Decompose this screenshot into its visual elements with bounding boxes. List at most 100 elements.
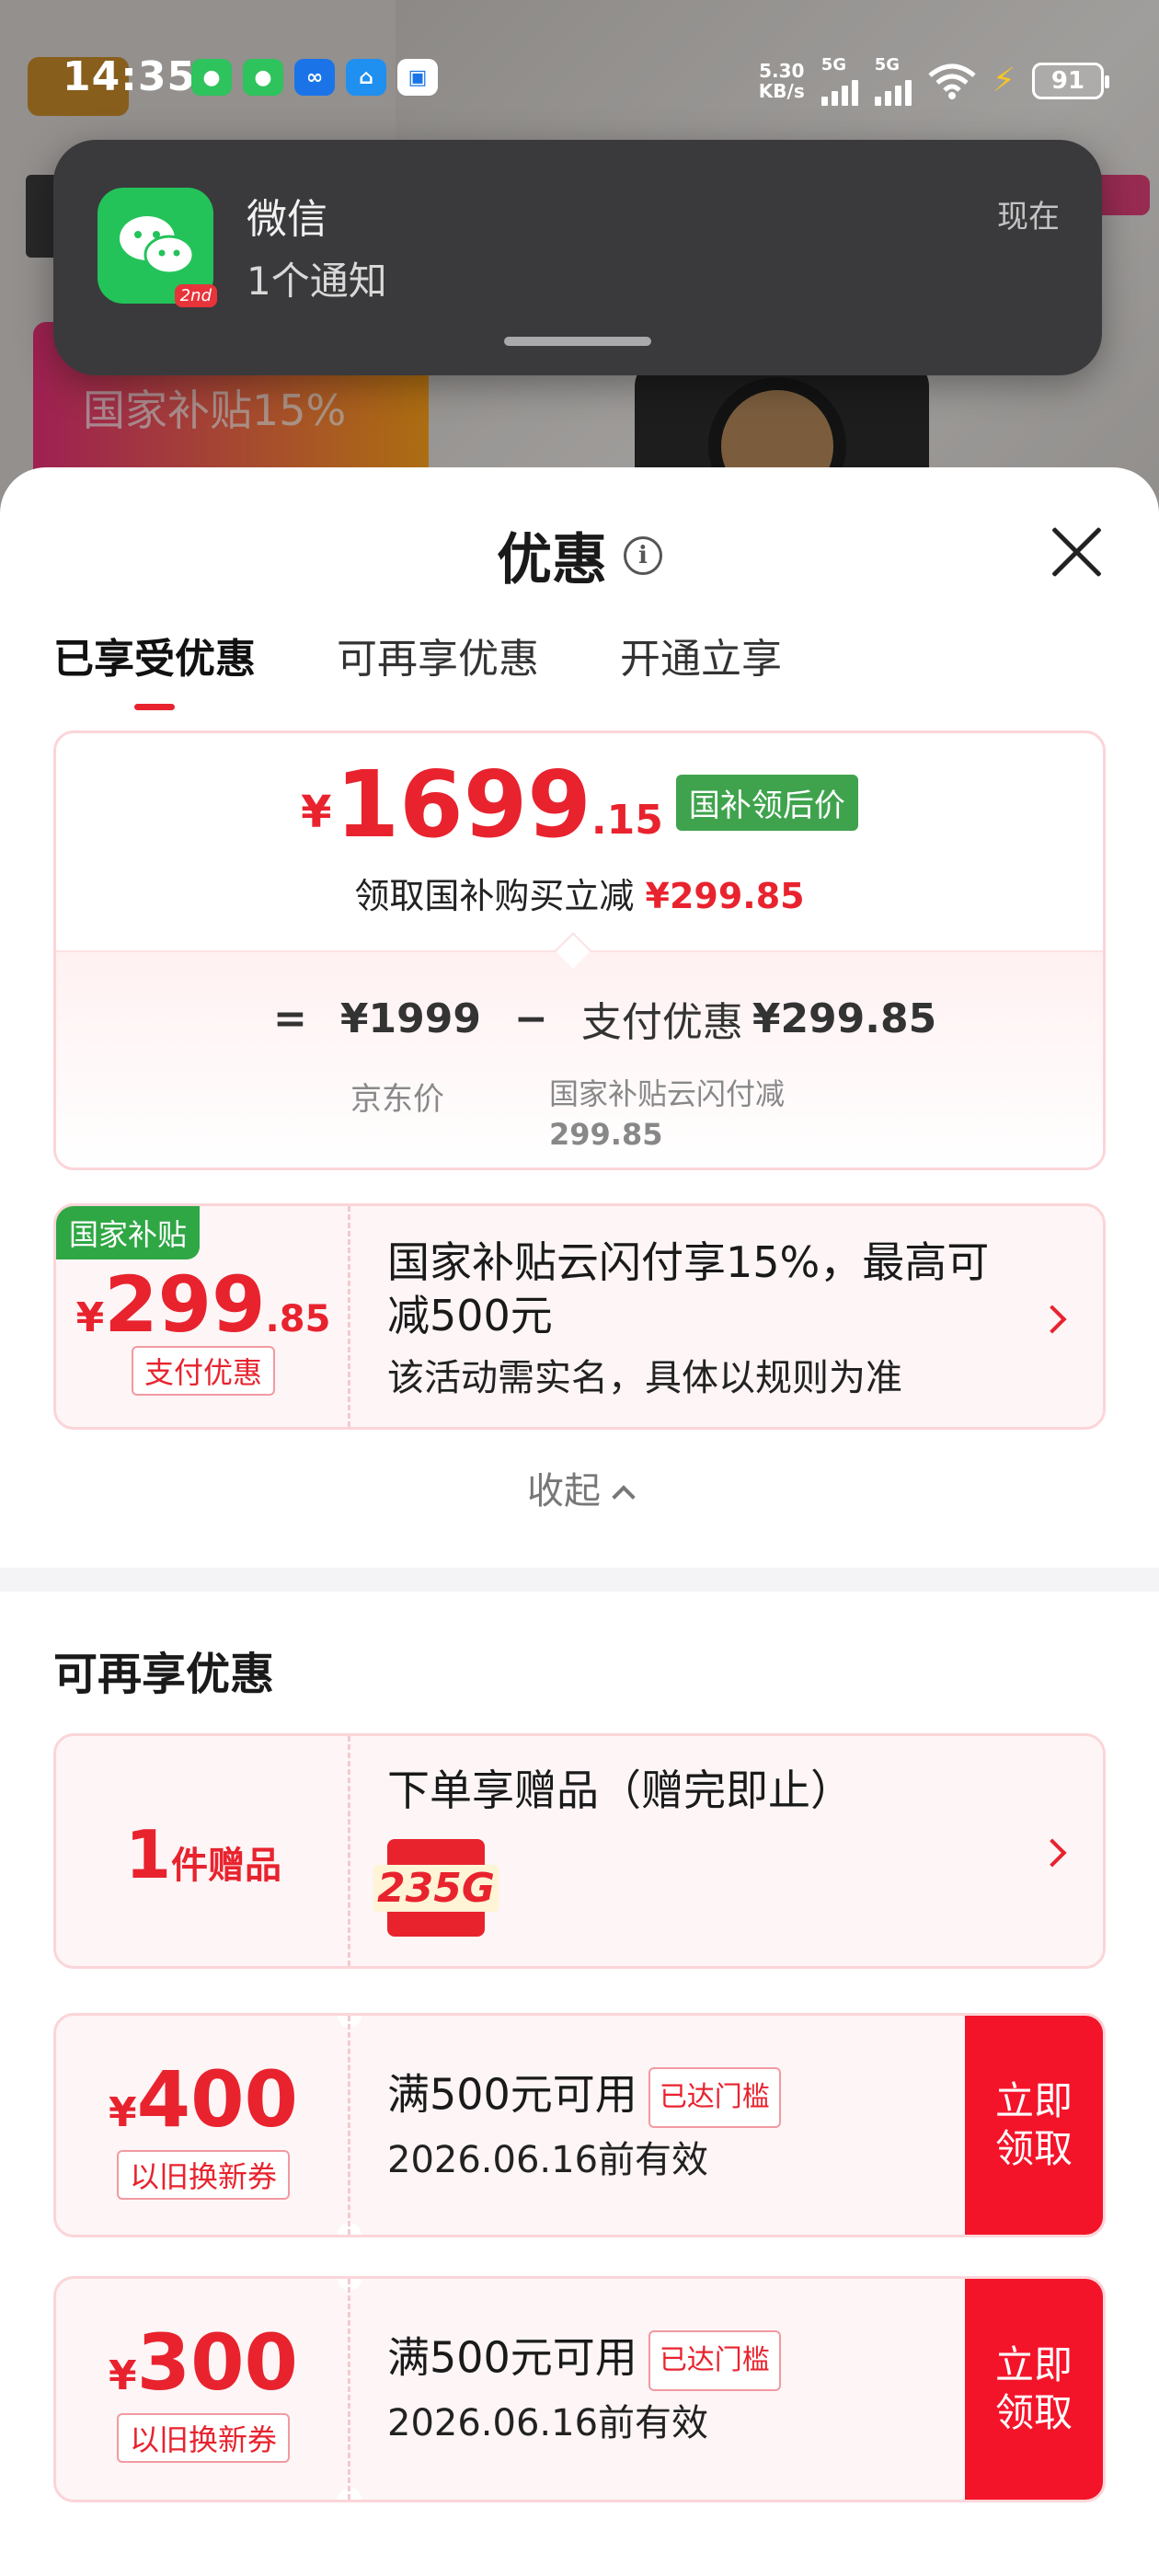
claim-button[interactable]: 立即 领取 [965, 2016, 1103, 2235]
chevron-right-icon[interactable] [1038, 1305, 1067, 1334]
amount-decimal: .85 [265, 1298, 331, 1340]
dual-app-badge: 2nd [174, 284, 217, 307]
pay-caption-line: 国家补贴云闪付减 [549, 1076, 786, 1111]
coupon-condition-text: 满500元可用 [387, 2332, 637, 2383]
trade-in-coupon-card: ¥400 以旧换新券 满500元可用 已达门槛 2026.06.16前有效 立即 … [53, 2013, 1106, 2237]
status-bar: 14:35 ● ● ∞ ⌂ ▣ 5.30 KB/s 5G 5G ⚡ 91 [0, 50, 1159, 106]
threshold-badge: 已达门槛 [648, 2330, 781, 2391]
jd-price-caption: 京东价 [350, 1081, 444, 1118]
notification-message: 1个通知 [247, 259, 387, 304]
pay-discount-caption: 国家补贴云闪付减 299.85 [549, 1074, 785, 1155]
currency-symbol: ¥ [75, 1294, 105, 1341]
gift-sim-card-image[interactable]: 235G [373, 1839, 499, 1937]
status-app-icons: ● ● ∞ ⌂ ▣ [191, 59, 438, 96]
coupon-title: 国家补贴云闪付享15%，最高可减500元 [387, 1237, 990, 1340]
home-app-icon: ⌂ [346, 59, 386, 96]
wechat-icon: ● [191, 59, 232, 96]
tab-more-available[interactable]: 可再享优惠 [337, 626, 539, 710]
claim-button-line: 领取 [994, 2390, 1073, 2435]
coupon-amount: ¥300 [56, 2321, 350, 2404]
currency-symbol: ¥ [109, 2089, 137, 2136]
gift-title: 下单享赠品（赠完即止） [387, 1765, 853, 1815]
price-subtitle: 领取国补购买立减 ¥299.85 [56, 868, 1103, 918]
pay-discount-value: ¥299.85 [752, 995, 937, 1042]
tab-enjoyed[interactable]: 已享受优惠 [53, 626, 256, 710]
gift-count-section: 1件赠品 [56, 1736, 350, 1966]
collapse-label: 收起 [527, 1470, 601, 1512]
tab-open-enjoy[interactable]: 开通立享 [620, 626, 782, 710]
close-icon[interactable] [1047, 523, 1106, 581]
battery-indicator: 91 [1032, 62, 1109, 99]
pay-caption-amount: 299.85 [549, 1117, 663, 1152]
gift-coupon-card[interactable]: 1件赠品 下单享赠品（赠完即止） 235G [53, 1733, 1106, 1969]
section-title: 可再享优惠 [53, 1649, 275, 1700]
amount-value: 300 [136, 2317, 298, 2408]
wifi-icon [928, 63, 976, 99]
chevron-right-icon[interactable] [1038, 1838, 1067, 1868]
coupon-amount-section: ¥400 以旧换新券 [56, 2016, 350, 2235]
sheet-title: 优惠 [497, 528, 607, 592]
price-subtitle-amount: ¥299.85 [645, 876, 805, 916]
signal-5g-2: 5G [874, 55, 912, 106]
network-speed-value: 5.30 [759, 59, 805, 82]
info-icon[interactable]: i [624, 535, 662, 575]
coupon-type-label: 以旧换新券 [116, 2150, 290, 2200]
subsidy-coupon-card[interactable]: 国家补贴 ¥299.85 支付优惠 国家补贴云闪付享15%，最高可减500元 该… [53, 1203, 1106, 1430]
final-price: ¥ 1699 .15 国补领后价 [56, 759, 1103, 851]
coupon-detail-section: 国家补贴云闪付享15%，最高可减500元 该活动需实名，具体以规则为准 [350, 1206, 1103, 1427]
network-type: 5G [820, 55, 847, 75]
signal-icon [820, 75, 858, 106]
wechat-icon: ● [243, 59, 283, 96]
equals-sign: = [273, 995, 307, 1042]
coupon-validity: 2026.06.16前有效 [387, 2402, 709, 2444]
coupon-type-label: 以旧换新券 [116, 2413, 290, 2463]
coupon-condition: 满500元可用 已达门槛 [387, 2330, 781, 2391]
gift-count-unit: 件赠品 [171, 1845, 282, 1887]
gift-detail-section: 下单享赠品（赠完即止） 235G [350, 1736, 1103, 1966]
price-integer: 1699 [335, 751, 591, 858]
message-app-icon: ▣ [397, 59, 438, 96]
jd-price: ¥1999 [339, 995, 481, 1042]
status-time: 14:35 [63, 53, 197, 100]
coupon-type-tag: 以旧换新券 [56, 2413, 350, 2463]
signal-5g-1: 5G [820, 55, 858, 106]
coupon-amount-section: 国家补贴 ¥299.85 支付优惠 [56, 1206, 350, 1427]
final-price-section: ¥ 1699 .15 国补领后价 领取国补购买立减 ¥299.85 [56, 733, 1103, 954]
currency-symbol: ¥ [109, 2352, 137, 2399]
discount-sheet: 优惠 i 已享受优惠 可再享优惠 开通立享 ¥ 1699 .15 国补领后价 领… [0, 467, 1159, 2576]
coupon-type-tag: 以旧换新券 [56, 2150, 350, 2200]
notification-app-name: 微信 [247, 196, 327, 243]
coupon-condition-text: 满500元可用 [387, 2069, 637, 2120]
price-formula: = ¥1999 − 支付优惠 ¥299.85 [273, 989, 936, 1048]
coupon-detail-section: 满500元可用 已达门槛 2026.06.16前有效 立即 领取 [350, 2279, 1103, 2500]
coupon-detail-section: 满500元可用 已达门槛 2026.06.16前有效 立即 领取 [350, 2016, 1103, 2235]
price-decimal: .15 [591, 797, 663, 844]
claim-button[interactable]: 立即 领取 [965, 2279, 1103, 2500]
notification-time: 现在 [997, 199, 1060, 236]
trade-in-coupon-card: ¥300 以旧换新券 满500元可用 已达门槛 2026.06.16前有效 立即 … [53, 2276, 1106, 2502]
status-right-icons: 5.30 KB/s 5G 5G ⚡ 91 [759, 55, 1109, 106]
signal-icon [874, 75, 912, 106]
coupon-type-tag: 支付优惠 [56, 1346, 350, 1396]
notification-drag-handle[interactable] [504, 337, 651, 346]
claim-button-line: 立即 [994, 2078, 1073, 2123]
coupon-amount-section: ¥300 以旧换新券 [56, 2279, 350, 2500]
network-speed-unit: KB/s [758, 79, 805, 102]
notification-banner[interactable]: 2nd 微信 1个通知 现在 [53, 140, 1102, 375]
gift-count: 1件赠品 [56, 1813, 350, 1896]
chevron-up-icon [612, 1485, 636, 1509]
gift-image-text: 235G [373, 1864, 499, 1912]
discount-tabs: 已享受优惠 可再享优惠 开通立享 [53, 626, 782, 710]
sheet-header: 优惠 i [0, 515, 1159, 595]
price-formula-section: = ¥1999 − 支付优惠 ¥299.85 京东价 国家补贴云闪付减 299.… [56, 950, 1103, 1167]
subsidy-badge: 国家补贴 [56, 1206, 201, 1259]
pay-discount-label: 支付优惠 [580, 999, 743, 1046]
currency-symbol: ¥ [301, 787, 332, 838]
subsidy-price-tag: 国补领后价 [675, 775, 858, 831]
gift-count-number: 1 [124, 1816, 172, 1893]
collapse-button[interactable]: 收起 [0, 1461, 1159, 1514]
price-breakdown-card: ¥ 1699 .15 国补领后价 领取国补购买立减 ¥299.85 = ¥199… [53, 730, 1106, 1170]
network-speed: 5.30 KB/s [759, 61, 805, 101]
coupon-amount: ¥299.85 [56, 1263, 350, 1346]
charging-icon: ⚡ [992, 62, 1016, 99]
